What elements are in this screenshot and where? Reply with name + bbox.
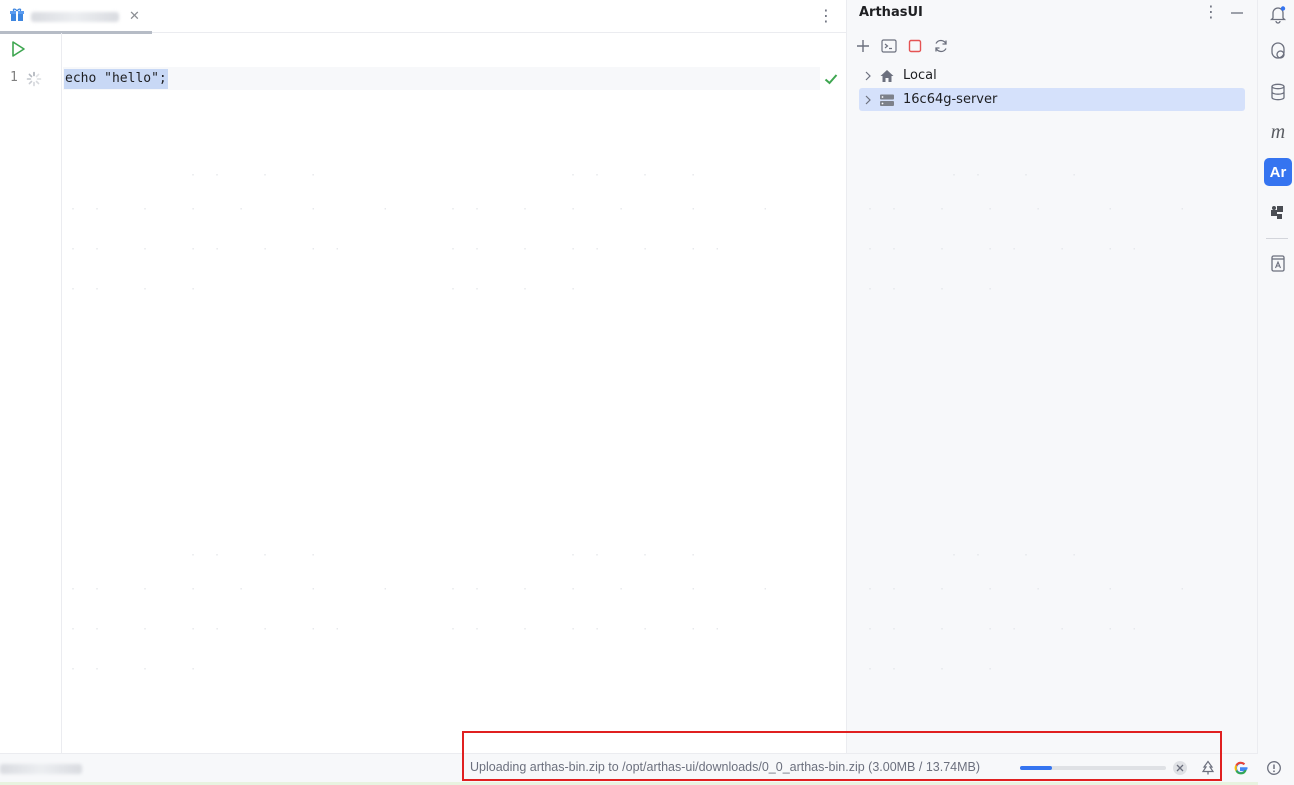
watermark: ·· · · bbox=[450, 284, 595, 295]
ide-window: ✕ ⋮ 1 echo "hello"; ·· · · ·· · · · · · … bbox=[0, 0, 1294, 785]
watermark: ·· · · · · · bbox=[450, 584, 787, 595]
watermark: ·· · · · · · bbox=[450, 204, 787, 215]
loading-spinner-icon bbox=[26, 71, 42, 87]
tree-item-label: Local bbox=[903, 68, 937, 83]
watermark: ·· · ·· · ·· bbox=[450, 244, 739, 255]
translate-icon[interactable] bbox=[1264, 249, 1292, 277]
watermark: ·· · ·· · ·· bbox=[450, 624, 739, 635]
editor-tab[interactable]: ✕ bbox=[0, 0, 152, 34]
minimize-icon[interactable] bbox=[1229, 2, 1245, 22]
strip-separator bbox=[1266, 238, 1288, 239]
server-icon bbox=[879, 92, 895, 108]
watermark: ·· · · bbox=[190, 170, 335, 181]
check-icon bbox=[823, 71, 839, 87]
arthas-label: Ar bbox=[1269, 163, 1287, 181]
watermark: ·· · · · · · bbox=[867, 204, 1204, 215]
chevron-right-icon[interactable] bbox=[861, 69, 875, 83]
ai-assistant-icon[interactable] bbox=[1264, 38, 1292, 66]
upload-progress-fill bbox=[1020, 766, 1052, 770]
watermark: ·· · · bbox=[867, 664, 1012, 675]
upload-progress-bar bbox=[1020, 766, 1166, 770]
notifications-bell-icon[interactable] bbox=[1264, 0, 1292, 28]
arthas-tool-button[interactable]: Ar bbox=[1264, 158, 1292, 186]
refresh-icon[interactable] bbox=[931, 37, 951, 55]
watermark: ·· · · bbox=[190, 550, 335, 561]
watermark: ·· · · bbox=[951, 170, 1096, 181]
tree-item-server[interactable]: 16c64g-server bbox=[859, 88, 1245, 111]
watermark: ·· · · bbox=[70, 284, 215, 295]
panel-title: ArthasUI bbox=[859, 5, 923, 20]
status-left-redacted bbox=[0, 764, 82, 774]
editor-tab-bar: ✕ ⋮ bbox=[0, 0, 846, 34]
watermark: ·· · · bbox=[951, 550, 1096, 561]
tool-window-strip: m Ar bbox=[1258, 0, 1294, 785]
watermark: ·· · · bbox=[570, 170, 715, 181]
watermark: ·· · ·· · ·· bbox=[867, 624, 1156, 635]
cancel-upload-icon[interactable] bbox=[1172, 760, 1188, 776]
watermark: ·· · · bbox=[867, 284, 1012, 295]
editor-area: ✕ ⋮ 1 echo "hello"; ·· · · ·· · · · · · … bbox=[0, 0, 846, 753]
watermark: ·· · · bbox=[70, 664, 215, 675]
current-line-highlight bbox=[63, 67, 820, 90]
terminal-icon[interactable] bbox=[879, 37, 899, 55]
home-icon bbox=[879, 68, 895, 84]
tree-item-label: 16c64g-server bbox=[903, 92, 998, 107]
watermark: ·· · · · · · bbox=[867, 584, 1204, 595]
line-gutter bbox=[0, 33, 62, 753]
editor-more-icon[interactable]: ⋮ bbox=[818, 5, 834, 27]
gift-icon bbox=[10, 8, 24, 26]
maven-icon[interactable]: m bbox=[1264, 118, 1292, 146]
tree-item-local[interactable]: Local bbox=[859, 64, 1245, 87]
stop-icon[interactable] bbox=[905, 37, 925, 55]
watermark: ·· · · · · · bbox=[70, 204, 407, 215]
line-number: 1 bbox=[10, 70, 18, 85]
database-icon[interactable] bbox=[1264, 78, 1292, 106]
arthas-panel: ArthasUI ⋮ Local 16c64g-server ·· · · ··… bbox=[846, 0, 1258, 753]
tab-label-redacted bbox=[31, 11, 119, 22]
watermark: ·· · ·· · ·· bbox=[70, 244, 359, 255]
watermark: ·· · · bbox=[570, 550, 715, 561]
code-line-text[interactable]: echo "hello"; bbox=[64, 69, 168, 89]
close-icon[interactable]: ✕ bbox=[129, 9, 140, 24]
google-icon[interactable] bbox=[1233, 760, 1249, 776]
chevron-right-icon[interactable] bbox=[861, 93, 875, 107]
watermark: ·· · ·· · ·· bbox=[70, 624, 359, 635]
warning-circle-icon[interactable] bbox=[1266, 760, 1282, 776]
panel-more-icon[interactable]: ⋮ bbox=[1203, 2, 1219, 22]
panel-toolbar bbox=[853, 37, 951, 55]
watermark: ·· · · · · · bbox=[70, 584, 407, 595]
upload-status-text: Uploading arthas-bin.zip to /opt/arthas-… bbox=[470, 760, 981, 774]
watermark: ·· · ·· · ·· bbox=[867, 244, 1156, 255]
plugin-icon[interactable] bbox=[1264, 198, 1292, 226]
tree-status-icon[interactable] bbox=[1200, 760, 1216, 776]
add-icon[interactable] bbox=[853, 37, 873, 55]
